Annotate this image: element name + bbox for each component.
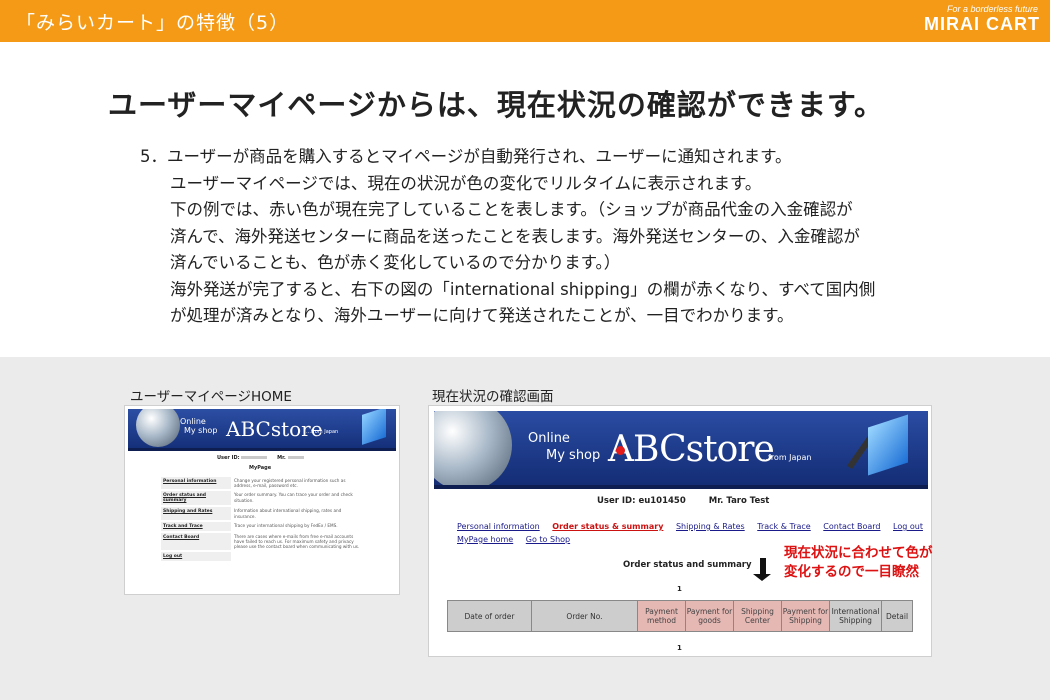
nav-go-to-shop[interactable]: Go to Shop xyxy=(526,535,570,544)
description-paragraph: 5．ユーザーが商品を購入するとマイページが自動発行され、ユーザーに通知されます。… xyxy=(130,144,950,330)
user-id: User ID: eu101450 xyxy=(597,496,686,506)
menu-link-log-out[interactable]: Log out xyxy=(161,552,231,562)
banner-online: Online xyxy=(180,417,206,426)
redacted-user-id xyxy=(241,456,268,459)
banner-suffix: …from Japan xyxy=(306,429,339,435)
callout-annotation: 現在状況に合わせて色が 変化するので一目瞭然 xyxy=(784,544,933,582)
mypage-nav: Personal information Order status & summ… xyxy=(457,522,933,531)
mypage-heading: MyPage xyxy=(249,465,272,471)
menu-description: Your order summary. You can trace your o… xyxy=(234,492,353,503)
banner-myshop: My shop xyxy=(546,448,601,463)
mypage-home-screenshot: Online My shop ABCstore …from Japan User… xyxy=(124,405,400,595)
menu-row: Contact Board There are cases where e-ma… xyxy=(161,532,371,551)
paragraph-line: が処理が済みとなり、海外ユーザーに向けて発送されたことが、一目でわかります。 xyxy=(170,306,794,325)
menu-row: Track and Trace Trace your international… xyxy=(161,521,371,531)
menu-row: Shipping and Rates Information about int… xyxy=(161,507,371,520)
column-shipping-center: Shipping Center xyxy=(734,601,782,631)
menu-row: Order status and summary Your order summ… xyxy=(161,491,371,506)
menu-description: There are cases where e-mails from free … xyxy=(234,533,360,550)
globe-icon xyxy=(136,409,180,447)
paragraph-line: ユーザーマイページでは、現在の状況が色の変化でリルタイムに表示されます。 xyxy=(170,173,762,193)
column-payment-method: Payment method xyxy=(638,601,686,631)
red-dot-icon xyxy=(616,446,625,455)
nav-shipping-rates[interactable]: Shipping & Rates xyxy=(676,522,745,531)
caption-status-screen: 現在状況の確認画面 xyxy=(432,389,554,405)
banner-myshop: My shop xyxy=(184,426,218,435)
store-banner: Online My shop ABCstore …from Japan xyxy=(434,411,928,489)
banner-online: Online xyxy=(528,431,570,446)
paragraph-line: 5．ユーザーが商品を購入するとマイページが自動発行され、ユーザーに通知されます。 xyxy=(140,147,792,166)
menu-link-contact-board[interactable]: Contact Board xyxy=(161,532,231,551)
store-banner: Online My shop ABCstore …from Japan xyxy=(128,409,396,451)
paragraph-line: 海外発送が完了すると、右下の図の「international shipping」… xyxy=(170,279,876,299)
box-icon xyxy=(868,414,908,476)
mypage-nav-secondary: MyPage home Go to Shop xyxy=(457,535,580,544)
paragraph-line: 済んで、海外発送センターに商品を送ったことを表します。海外発送センターの、入金確… xyxy=(170,226,860,246)
brand-name: MIRAI CART xyxy=(924,14,1040,34)
order-status-title: Order status and summary xyxy=(623,560,752,570)
user-info: User ID: eu101450 Mr. Taro Test xyxy=(597,496,769,506)
menu-row: Log out xyxy=(161,552,371,562)
brand-tagline: For a borderless future xyxy=(946,4,1038,14)
menu-link-shipping-rates[interactable]: Shipping and Rates xyxy=(161,507,231,520)
top-bar: 「みらいカート」の特徴（5） For a borderless future M… xyxy=(0,0,1050,42)
mr-label: Mr. xyxy=(277,455,286,461)
callout-line-2: 変化するので一目瞭然 xyxy=(784,564,919,580)
page-number-bottom: 1 xyxy=(677,644,682,652)
column-detail: Detail xyxy=(882,601,912,631)
menu-link-order-status[interactable]: Order status and summary xyxy=(161,491,231,506)
user-id-label: User ID: xyxy=(217,455,240,461)
menu-description xyxy=(231,552,367,561)
menu-description: Information about international shipping… xyxy=(234,508,342,519)
user-name: Mr. Taro Test xyxy=(708,496,770,506)
nav-track-trace[interactable]: Track & Trace xyxy=(757,522,810,531)
menu-row: Personal information Change your registe… xyxy=(161,477,371,490)
nav-mypage-home[interactable]: MyPage home xyxy=(457,535,513,544)
callout-line-1: 現在状況に合わせて色が xyxy=(784,545,933,561)
column-date-of-order: Date of order xyxy=(448,601,532,631)
arrow-down-left-icon xyxy=(753,558,771,581)
column-payment-for-goods: Payment for goods xyxy=(686,601,734,631)
nav-log-out[interactable]: Log out xyxy=(893,522,923,531)
headline: ユーザーマイページからは、現在状況の確認ができます。 xyxy=(108,88,884,122)
menu-description: Change your registered personal informat… xyxy=(234,478,346,489)
nav-contact-board[interactable]: Contact Board xyxy=(823,522,880,531)
redacted-user-name xyxy=(287,456,304,459)
slide-title: 「みらいカート」の特徴（5） xyxy=(16,12,290,34)
paragraph-line: 下の例では、赤い色が現在完了していることを表します。（ショップが商品代金の入金確… xyxy=(170,200,853,219)
globe-icon xyxy=(434,411,512,485)
order-status-screenshot: Online My shop ABCstore …from Japan User… xyxy=(428,405,932,657)
menu-description: Trace your international shipping by Fed… xyxy=(234,522,338,528)
brand-logo: For a borderless future MIRAI CART xyxy=(900,4,1040,38)
banner-suffix: …from Japan xyxy=(760,453,812,462)
mypage-menu-table: Personal information Change your registe… xyxy=(161,477,371,563)
page-number: 1 xyxy=(677,585,682,593)
menu-link-track-trace[interactable]: Track and Trace xyxy=(161,521,231,531)
banner-store-name: ABCstore xyxy=(608,429,775,470)
user-info: User ID: Mr. xyxy=(217,455,312,461)
nav-order-status[interactable]: Order status & summary xyxy=(552,522,663,531)
menu-link-personal-information[interactable]: Personal information xyxy=(161,477,231,490)
caption-mypage-home: ユーザーマイページHOME xyxy=(130,389,292,405)
column-payment-for-shipping: Payment for Shipping xyxy=(782,601,830,631)
nav-personal-information[interactable]: Personal information xyxy=(457,522,540,531)
box-icon xyxy=(362,409,386,445)
order-status-table: Date of order Order No. Payment method P… xyxy=(447,600,913,632)
paragraph-line: 済んでいることも、色が赤く変化しているので分かります。） xyxy=(170,253,621,272)
column-international-shipping: International Shipping xyxy=(830,601,882,631)
column-order-no: Order No. xyxy=(532,601,638,631)
